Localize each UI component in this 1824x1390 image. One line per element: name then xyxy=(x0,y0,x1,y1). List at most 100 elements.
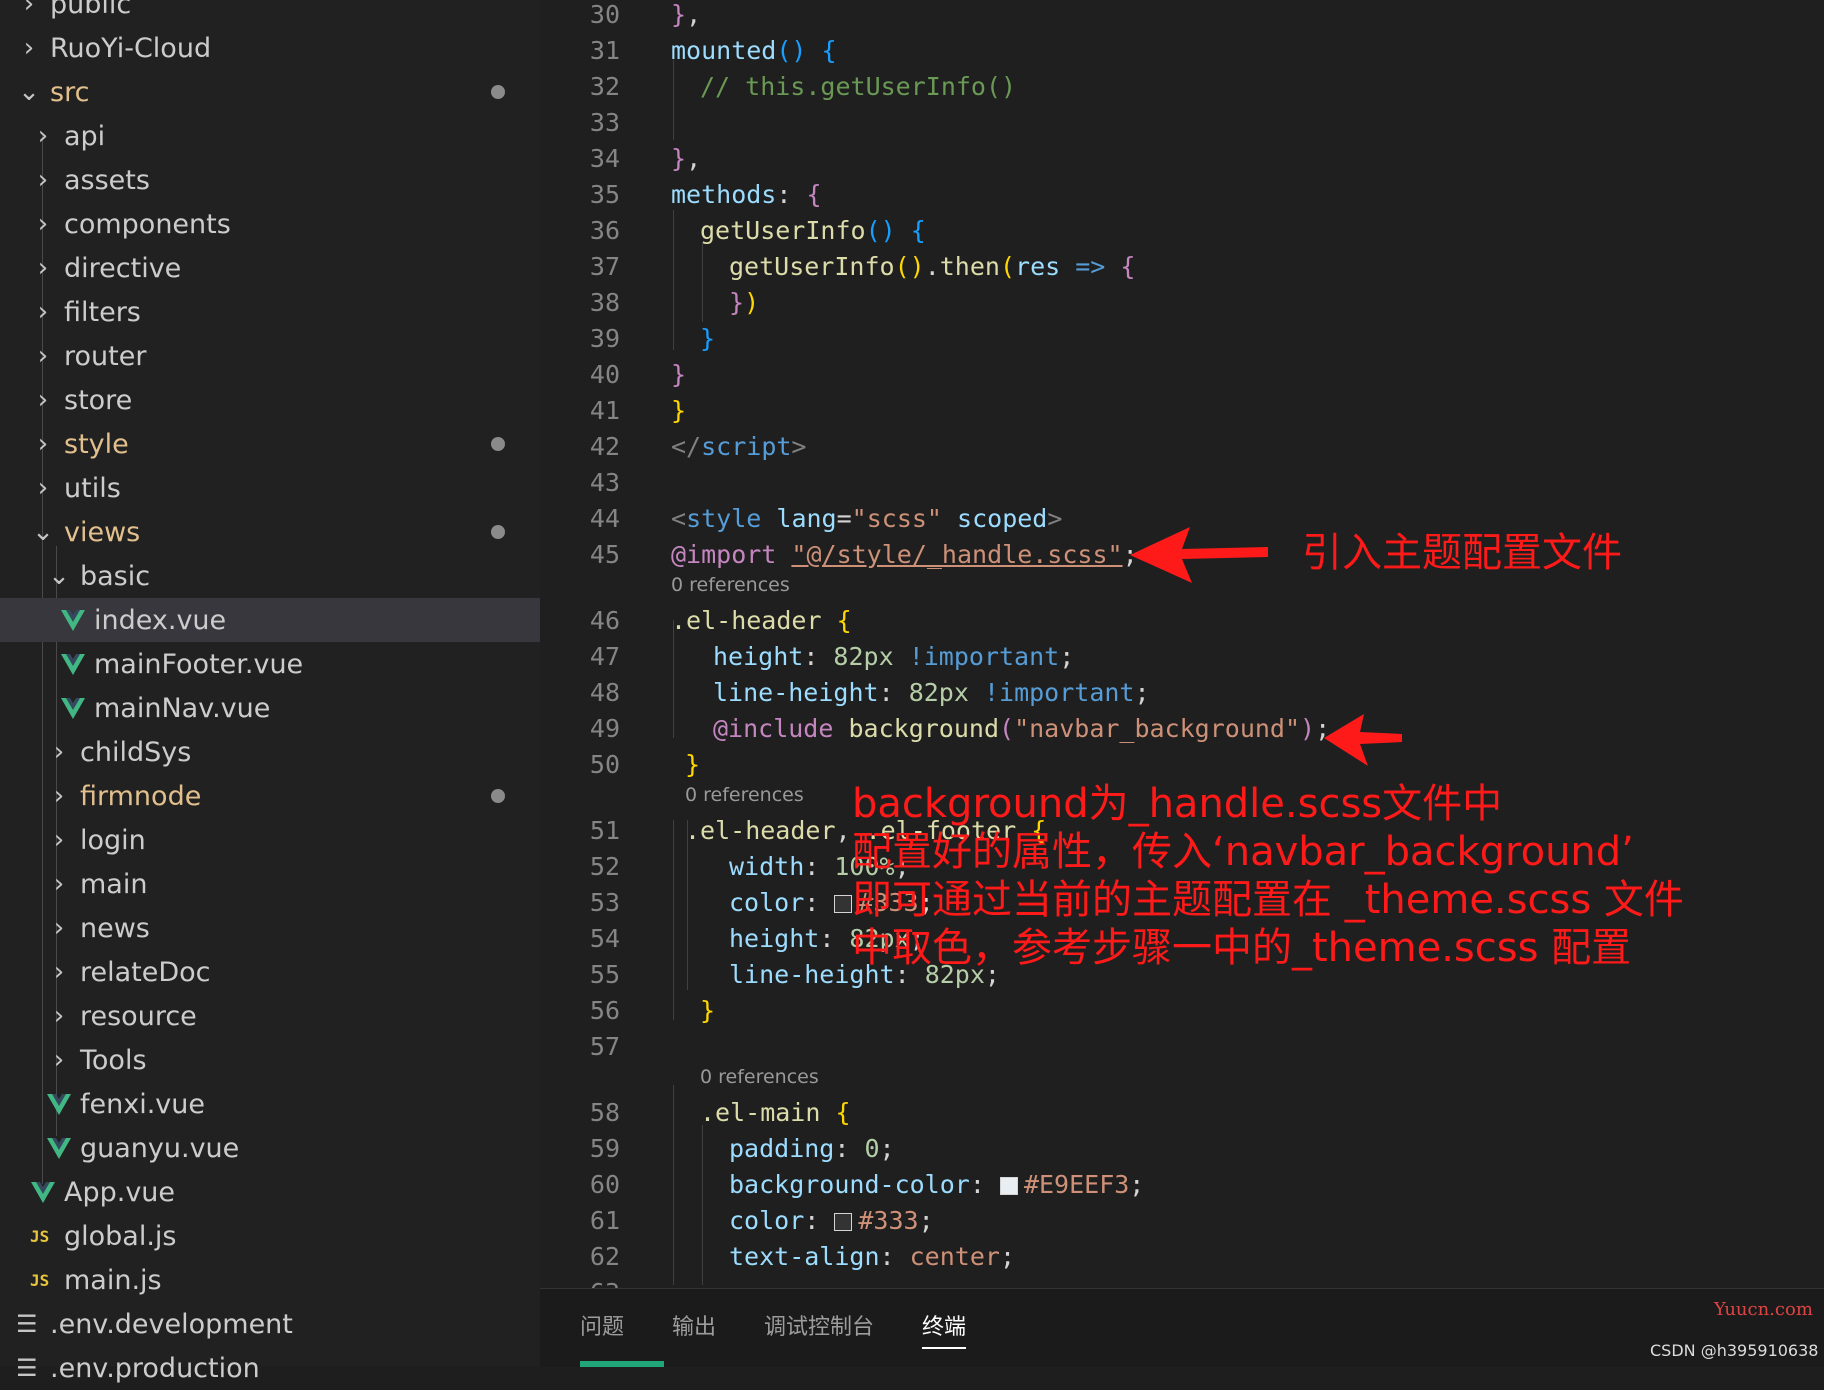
tree-item-label: api xyxy=(64,120,106,152)
chevron-right-icon: › xyxy=(53,913,65,943)
tree-item[interactable]: › resource xyxy=(0,994,586,1038)
line-number: 60 xyxy=(589,1170,620,1199)
chevron-down-icon: ⌄ xyxy=(48,561,70,591)
chevron-right-icon: › xyxy=(37,341,49,371)
tree-item[interactable]: › login xyxy=(0,818,586,862)
tree-item[interactable]: App.vue xyxy=(0,1170,570,1214)
tree-item-label: login xyxy=(80,824,146,856)
tree-item[interactable]: › components xyxy=(0,202,570,246)
code-line-48: line-height: 82px !important; xyxy=(713,678,1150,707)
tree-item[interactable]: › news xyxy=(0,906,586,950)
chevron-right-icon: › xyxy=(53,957,65,987)
tree-item[interactable]: › filters xyxy=(0,290,570,334)
chevron-right-icon: › xyxy=(37,473,49,503)
line-number: 40 xyxy=(589,360,620,389)
vue-file-icon xyxy=(61,654,85,675)
tree-item-label: fenxi.vue xyxy=(80,1088,205,1120)
tree-item[interactable]: › relateDoc xyxy=(0,950,586,994)
line-number: 50 xyxy=(589,750,620,779)
codelens-references[interactable]: 0 references xyxy=(700,1066,819,1088)
tree-item[interactable]: › store xyxy=(0,378,570,422)
tree-item-label: router xyxy=(64,340,147,372)
code-line-58: .el-main { xyxy=(700,1098,851,1127)
tree-item-label: basic xyxy=(80,560,151,592)
tree-item-label: utils xyxy=(64,472,121,504)
tree-item[interactable]: ⌄ src xyxy=(0,70,556,114)
tree-item[interactable]: › utils xyxy=(0,466,570,510)
bottom-panel: 问题 输出 调试控制台 终端 Yuucn.com CSDN @h39591063… xyxy=(540,1288,1824,1367)
tab-debug-console[interactable]: 调试控制台 xyxy=(764,1309,874,1341)
modified-dot-icon xyxy=(491,525,505,539)
tree-item[interactable]: › router xyxy=(0,334,570,378)
tree-item[interactable]: › public xyxy=(0,0,556,26)
tree-item-label: src xyxy=(50,76,90,108)
tree-item[interactable]: › assets xyxy=(0,158,570,202)
code-line-30: }, xyxy=(671,0,702,29)
file-explorer: › public › RuoYi-Cloud ⌄ src › api › assets › compo… xyxy=(0,0,600,1384)
code-line-34: }, xyxy=(671,144,702,173)
codelens-references[interactable]: 0 references xyxy=(671,574,790,596)
line-number: 34 xyxy=(589,144,620,173)
tree-item[interactable]: ⌄ views xyxy=(0,510,570,554)
tree-item[interactable]: › childSys xyxy=(0,730,586,774)
line-number: 44 xyxy=(589,504,620,533)
tree-item[interactable]: fenxi.vue xyxy=(0,1082,586,1126)
vue-file-icon xyxy=(47,1094,71,1115)
chevron-right-icon: › xyxy=(37,385,49,415)
tree-item[interactable]: index.vue xyxy=(0,598,600,642)
tree-item[interactable]: › api xyxy=(0,114,570,158)
code-line-41: } xyxy=(671,396,687,425)
line-number: 41 xyxy=(589,396,620,425)
tree-item[interactable]: mainFooter.vue xyxy=(0,642,600,686)
tree-item-label: index.vue xyxy=(94,604,227,636)
tree-item[interactable]: › directive xyxy=(0,246,570,290)
line-number: 38 xyxy=(589,288,620,317)
tree-item[interactable]: mainNav.vue xyxy=(0,686,600,730)
line-number: 36 xyxy=(589,216,620,245)
tree-item[interactable]: guanyu.vue xyxy=(0,1126,586,1170)
tree-item-label: directive xyxy=(64,252,182,284)
line-number: 53 xyxy=(589,888,620,917)
tab-problems[interactable]: 问题 xyxy=(580,1309,624,1341)
line-number: 30 xyxy=(589,0,620,29)
tree-item[interactable]: ☰ .env.development xyxy=(0,1302,556,1346)
tab-output[interactable]: 输出 xyxy=(672,1309,716,1341)
code-line-46: .el-header { xyxy=(671,606,852,635)
line-number: 43 xyxy=(589,468,620,497)
tree-item-label: childSys xyxy=(80,736,192,768)
tree-item[interactable]: ⌄ basic xyxy=(0,554,586,598)
code-line-56: } xyxy=(700,996,716,1025)
tree-item-label: filters xyxy=(64,296,141,328)
line-number: 48 xyxy=(589,678,620,707)
tree-item[interactable]: › main xyxy=(0,862,586,906)
chevron-right-icon: › xyxy=(53,1001,65,1031)
line-number: 35 xyxy=(589,180,620,209)
tree-item[interactable]: › RuoYi-Cloud xyxy=(0,26,556,70)
chevron-right-icon: › xyxy=(37,297,49,327)
chevron-right-icon: › xyxy=(53,737,65,767)
tree-item[interactable]: ☰ .env.production xyxy=(0,1346,556,1390)
code-line-61: color: #333; xyxy=(729,1206,934,1235)
chevron-right-icon: › xyxy=(53,781,65,811)
tree-item[interactable]: › style xyxy=(0,422,570,466)
chevron-down-icon: ⌄ xyxy=(32,517,54,547)
settings-file-icon: ☰ xyxy=(16,1354,38,1382)
tree-item[interactable]: JS main.js xyxy=(0,1258,570,1302)
code-line-44: <style lang="scss" scoped> xyxy=(671,504,1063,533)
tree-item-label: guanyu.vue xyxy=(80,1132,240,1164)
code-line-62: text-align: center; xyxy=(729,1242,1015,1271)
codelens-references[interactable]: 0 references xyxy=(685,784,804,806)
tree-item[interactable]: JS global.js xyxy=(0,1214,570,1258)
tree-item[interactable]: › Tools xyxy=(0,1038,586,1082)
line-number: 37 xyxy=(589,252,620,281)
chevron-right-icon: › xyxy=(37,253,49,283)
tree-item-label: firmnode xyxy=(80,780,202,812)
tree-item-label: App.vue xyxy=(64,1176,176,1208)
code-editor[interactable]: 30 31 32 33 34 35 36 37 38 39 40 41 42 43 44 45 46 47 48 49… xyxy=(540,0,1824,1307)
chevron-right-icon: › xyxy=(37,429,49,459)
line-number: 47 xyxy=(589,642,620,671)
line-number: 42 xyxy=(589,432,620,461)
code-line-38: }) xyxy=(729,288,760,317)
tree-item-label: mainNav.vue xyxy=(94,692,271,724)
tab-terminal[interactable]: 终端 xyxy=(922,1309,967,1349)
